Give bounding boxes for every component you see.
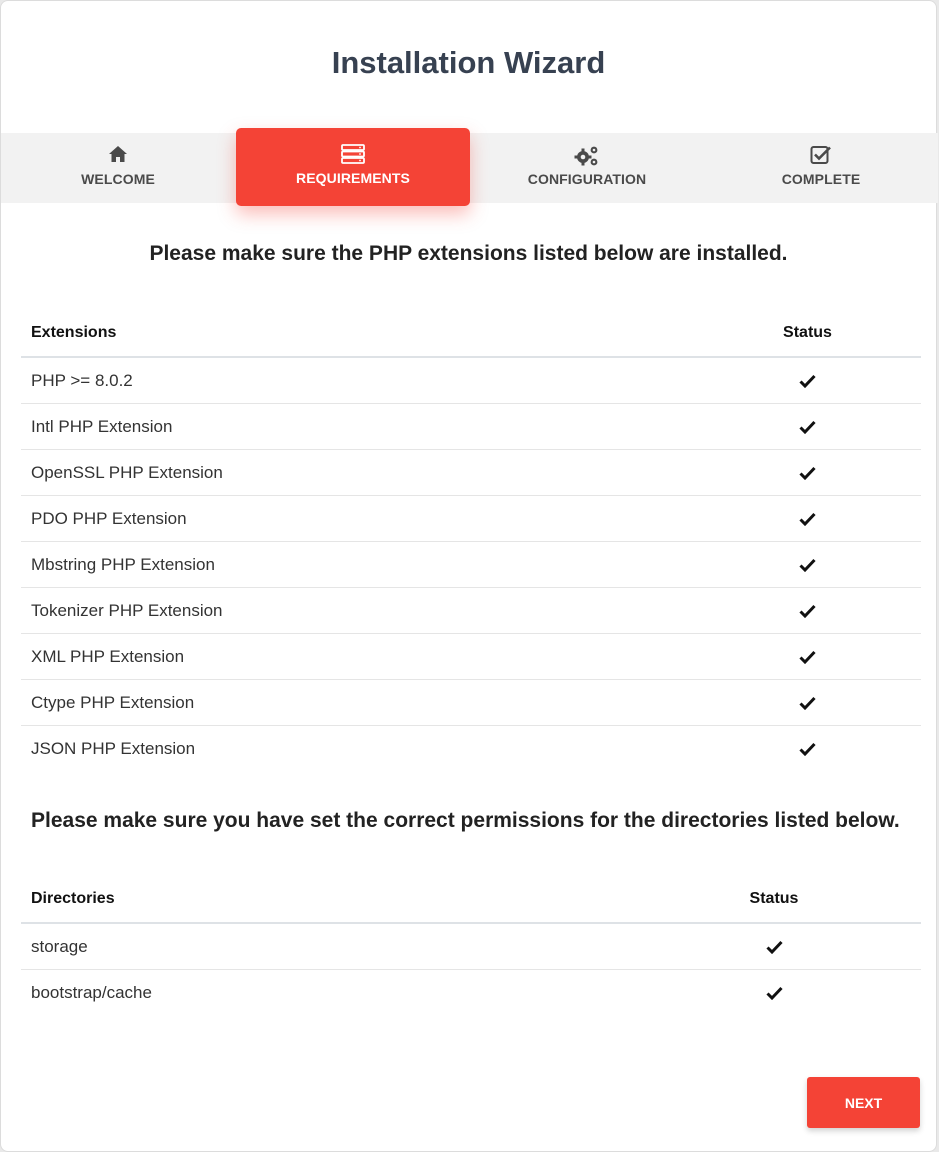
table-row: OpenSSL PHP Extension xyxy=(21,449,921,496)
table-row: XML PHP Extension xyxy=(21,633,921,680)
row-name: PDO PHP Extension xyxy=(21,495,694,542)
row-name: Mbstring PHP Extension xyxy=(21,541,694,588)
check-icon xyxy=(694,587,921,634)
home-icon xyxy=(1,145,235,167)
step-requirements[interactable]: REQUIREMENTS xyxy=(236,128,470,206)
row-name: Ctype PHP Extension xyxy=(21,679,694,726)
col-directories: Directories xyxy=(21,876,627,924)
check-icon xyxy=(694,449,921,496)
table-header-row: Directories Status xyxy=(21,876,921,924)
table-row: Tokenizer PHP Extension xyxy=(21,587,921,634)
directories-table: Directories Status storage bootstrap/cach… xyxy=(21,876,921,1015)
table-row: storage xyxy=(21,923,921,970)
step-complete[interactable]: COMPLETE xyxy=(704,133,938,203)
row-name: XML PHP Extension xyxy=(21,633,694,680)
step-welcome[interactable]: WELCOME xyxy=(1,133,235,203)
extensions-table: Extensions Status PHP >= 8.0.2 Intl PHP E… xyxy=(21,310,921,771)
check-icon xyxy=(694,541,921,588)
check-icon xyxy=(627,923,921,970)
check-icon xyxy=(694,726,921,772)
row-name: Tokenizer PHP Extension xyxy=(21,587,694,634)
check-icon xyxy=(694,679,921,726)
row-name: bootstrap/cache xyxy=(31,982,152,1002)
check-icon xyxy=(627,970,921,1016)
col-extensions: Extensions xyxy=(21,310,694,358)
page-title: Installation Wizard xyxy=(331,45,606,80)
table-row: bootstrap/cache xyxy=(21,970,921,1016)
step-configuration-label: CONFIGURATION xyxy=(527,171,647,187)
check-icon xyxy=(694,357,921,404)
server-icon xyxy=(236,144,470,166)
table-header-row: Extensions Status xyxy=(21,310,921,358)
step-complete-label: COMPLETE xyxy=(781,171,861,187)
step-configuration[interactable]: CONFIGURATION xyxy=(470,133,704,203)
directories-heading: Please make sure you have set the correc… xyxy=(31,809,900,832)
col-status: Status xyxy=(694,310,921,358)
table-row: PHP >= 8.0.2 xyxy=(21,357,921,404)
row-name: PHP >= 8.0.2 xyxy=(21,357,694,404)
step-welcome-label: WELCOME xyxy=(81,171,155,187)
check-icon xyxy=(694,403,921,450)
row-name: OpenSSL PHP Extension xyxy=(21,449,694,496)
extensions-heading: Please make sure the PHP extensions list… xyxy=(149,242,788,265)
check-icon xyxy=(694,633,921,680)
table-row: Intl PHP Extension xyxy=(21,403,921,450)
step-requirements-label: REQUIREMENTS xyxy=(296,170,410,186)
table-row: PDO PHP Extension xyxy=(21,495,921,542)
table-row: JSON PHP Extension xyxy=(21,726,921,772)
col-status: Status xyxy=(627,876,921,924)
row-name: Intl PHP Extension xyxy=(21,403,694,450)
row-name: storage xyxy=(21,923,627,970)
table-row: Ctype PHP Extension xyxy=(21,679,921,726)
row-name: JSON PHP Extension xyxy=(31,738,196,758)
wizard-steps: WELCOME REQUIREMENTS CONFIGURATION COMPL… xyxy=(1,128,938,206)
table-row: Mbstring PHP Extension xyxy=(21,541,921,588)
gears-icon xyxy=(470,145,704,167)
wizard-card: Installation Wizard WELCOME REQUIREMENTS… xyxy=(0,0,938,1152)
next-button[interactable]: NEXT xyxy=(807,1077,920,1128)
check-icon xyxy=(694,495,921,542)
check-square-icon xyxy=(704,145,938,167)
